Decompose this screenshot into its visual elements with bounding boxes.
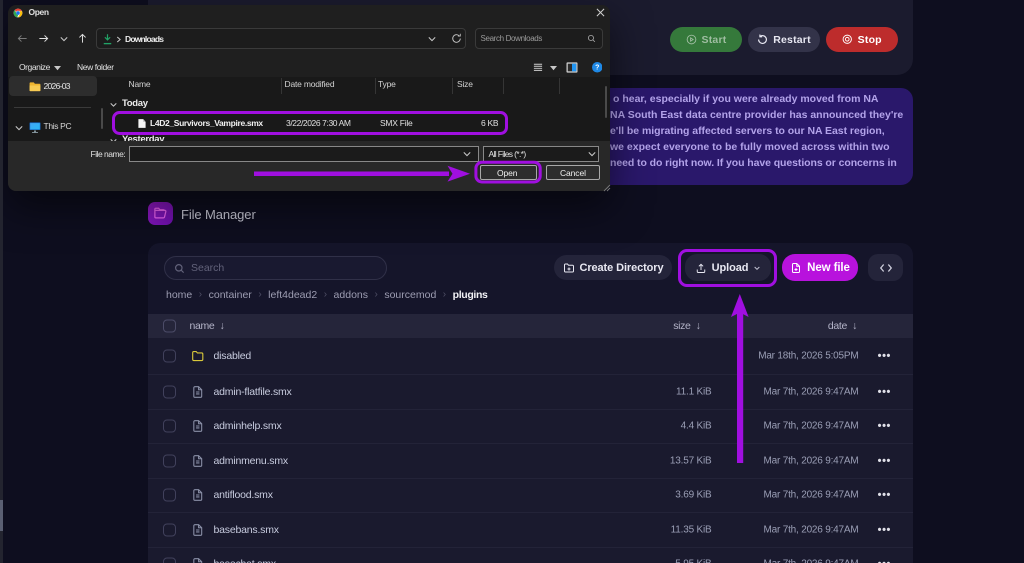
svg-text:?: ? <box>595 65 599 72</box>
